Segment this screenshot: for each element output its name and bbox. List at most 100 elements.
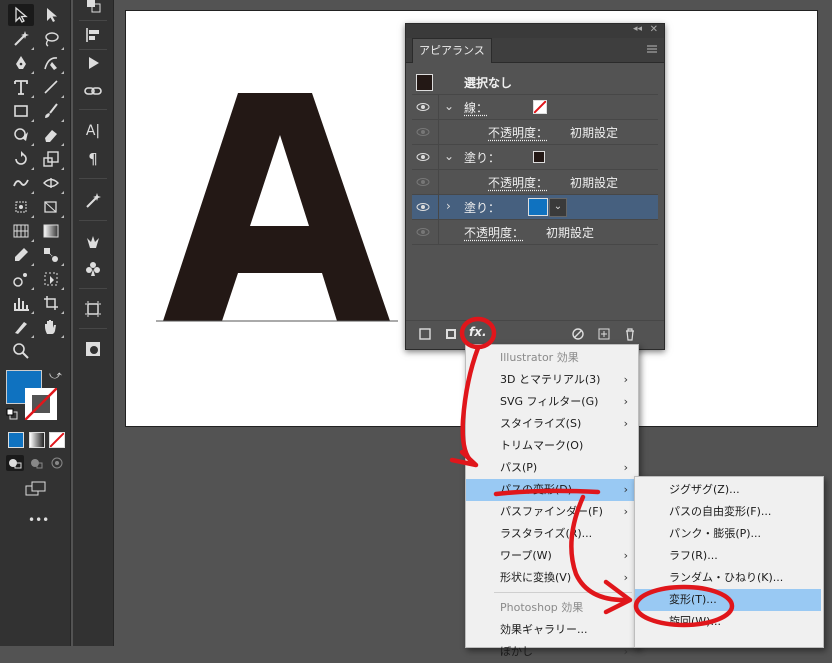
menu-item[interactable]: 3D とマテリアル(3) ›	[466, 369, 636, 391]
screen-mode-icon[interactable]	[24, 480, 48, 498]
draw-behind-icon[interactable]	[27, 455, 45, 471]
visibility-eye-icon[interactable]	[416, 150, 430, 164]
menu-item[interactable]: ラスタライズ(R)...	[466, 523, 636, 545]
close-panel-icon[interactable]: ✕	[650, 24, 658, 35]
artboard-tool-icon[interactable]	[38, 292, 64, 314]
gradient-tool-icon[interactable]	[38, 220, 64, 242]
submenu-item[interactable]: 旋回(W)...	[635, 611, 821, 633]
color-mode-icon[interactable]	[8, 432, 24, 448]
menu-item[interactable]: トリムマーク(O)	[466, 435, 636, 457]
image-trace-panel-icon[interactable]	[80, 338, 106, 360]
perspective-grid-tool-icon[interactable]	[8, 220, 34, 242]
tab-appearance[interactable]: アピアランス	[412, 38, 492, 63]
chevron-down-icon[interactable]: ⌄	[444, 149, 454, 163]
paragraph-panel-icon[interactable]: ¶	[80, 148, 106, 170]
draw-normal-icon[interactable]	[6, 455, 24, 471]
stroke-label[interactable]: 線：	[464, 99, 488, 116]
puppet-warp-panel-icon[interactable]	[80, 230, 106, 252]
stroke-swatch[interactable]	[25, 388, 57, 420]
menu-item[interactable]: パス(P) ›	[466, 457, 636, 479]
direct-selection-tool-icon[interactable]	[38, 4, 64, 26]
panel-titlebar[interactable]: ◂◂ ✕	[406, 24, 664, 38]
visibility-eye-icon[interactable]	[416, 125, 430, 139]
selection-tool-icon[interactable]	[8, 4, 34, 26]
visibility-eye-icon[interactable]	[416, 225, 430, 239]
warp-tool-icon[interactable]	[8, 172, 34, 194]
menu-item[interactable]: パスの変形(D) ›	[466, 479, 636, 501]
swap-fill-stroke-icon[interactable]: ⤻	[49, 368, 62, 383]
lasso-tool-icon[interactable]	[38, 28, 64, 50]
menu-item[interactable]: スタイライズ(S) ›	[466, 413, 636, 435]
menu-item[interactable]: 効果ギャラリー...	[466, 619, 636, 641]
magic-wand-panel-icon[interactable]	[80, 190, 106, 212]
rectangle-tool-icon[interactable]	[8, 100, 34, 122]
free-transform-tool-icon[interactable]	[8, 196, 34, 218]
eraser-tool-icon[interactable]	[38, 124, 64, 146]
zoom-tool-icon[interactable]	[8, 340, 34, 362]
submenu-item[interactable]: ラフ(R)...	[635, 545, 821, 567]
pen-tool-icon[interactable]	[8, 52, 34, 74]
magic-wand-tool-icon[interactable]	[8, 28, 34, 50]
fill-swatch-blue[interactable]	[528, 198, 548, 216]
add-new-stroke-icon[interactable]	[418, 327, 432, 341]
panel-menu-icon[interactable]	[646, 43, 658, 55]
submenu-item[interactable]: ジグザグ(Z)...	[635, 479, 821, 501]
shaper-tool-icon[interactable]	[8, 124, 34, 146]
menu-item[interactable]: ぼかし ›	[466, 641, 636, 663]
width-tool-icon[interactable]	[38, 172, 64, 194]
curvature-tool-icon[interactable]	[38, 52, 64, 74]
visibility-eye-icon[interactable]	[416, 100, 430, 114]
add-new-effect-fx-button[interactable]: fx.	[469, 325, 487, 339]
stroke-none-swatch[interactable]	[533, 100, 547, 114]
fill-label[interactable]: 塗り：	[464, 199, 500, 216]
menu-item[interactable]: パスファインダー(F) ›	[466, 501, 636, 523]
default-fill-stroke-icon[interactable]	[6, 408, 18, 420]
appearance-opacity-row[interactable]: 不透明度： 初期設定	[412, 120, 658, 145]
eyedropper-tool-icon[interactable]	[8, 244, 34, 266]
appearance-opacity-row[interactable]: 不透明度： 初期設定	[412, 170, 658, 195]
appearance-fill-row-selected[interactable]: › 塗り： ⌄	[412, 195, 658, 220]
delete-item-icon[interactable]	[623, 327, 637, 341]
fill-swatch-black[interactable]	[533, 151, 545, 163]
appearance-fill-row[interactable]: ⌄ 塗り：	[412, 145, 658, 170]
transform-panel-icon[interactable]	[80, 0, 106, 18]
none-mode-icon[interactable]	[49, 432, 65, 448]
hand-tool-icon[interactable]	[38, 316, 64, 338]
menu-item[interactable]: SVG フィルター(G) ›	[466, 391, 636, 413]
knife-tool-icon[interactable]	[8, 316, 34, 338]
shape-builder-tool-icon[interactable]	[38, 196, 64, 218]
collapse-panel-icon[interactable]: ◂◂	[633, 24, 642, 34]
appearance-object-row[interactable]: 選択なし	[412, 70, 658, 95]
actions-panel-icon[interactable]	[80, 52, 106, 74]
submenu-item[interactable]: パスの自由変形(F)...	[635, 501, 821, 523]
appearance-stroke-row[interactable]: ⌄ 線：	[412, 95, 658, 120]
opacity-label[interactable]: 不透明度：	[464, 224, 524, 241]
appearance-opacity-row[interactable]: 不透明度： 初期設定	[412, 220, 658, 245]
submenu-item[interactable]: ランダム・ひねり(K)...	[635, 567, 821, 589]
opacity-label[interactable]: 不透明度：	[488, 124, 548, 141]
live-paint-tool-icon[interactable]	[38, 268, 64, 290]
chevron-down-icon[interactable]: ⌄	[444, 99, 454, 113]
symbols-panel-icon[interactable]	[80, 258, 106, 280]
add-new-fill-icon[interactable]	[444, 327, 458, 341]
visibility-eye-icon[interactable]	[416, 175, 430, 189]
menu-item[interactable]: ワープ(W) ›	[466, 545, 636, 567]
clear-appearance-icon[interactable]	[571, 327, 585, 341]
character-panel-icon[interactable]: A|	[80, 120, 106, 142]
visibility-eye-icon[interactable]	[416, 200, 430, 214]
column-graph-tool-icon[interactable]	[8, 292, 34, 314]
menu-item[interactable]: 形状に変換(V) ›	[466, 567, 636, 589]
artboards-panel-icon[interactable]	[80, 298, 106, 320]
paintbrush-tool-icon[interactable]	[38, 100, 64, 122]
submenu-item[interactable]: 変形(T)...	[635, 589, 821, 611]
swatch-dropdown-icon[interactable]: ⌄	[549, 198, 567, 217]
edit-toolbar-button[interactable]: •••	[28, 513, 49, 527]
submenu-item[interactable]: パンク・膨張(P)...	[635, 523, 821, 545]
draw-inside-icon[interactable]	[48, 455, 66, 471]
chevron-right-icon[interactable]: ›	[446, 199, 451, 213]
blend-tool-icon[interactable]	[38, 244, 64, 266]
duplicate-item-icon[interactable]	[597, 327, 611, 341]
gradient-mode-icon[interactable]	[29, 432, 45, 448]
type-tool-icon[interactable]	[8, 76, 34, 98]
rotate-tool-icon[interactable]	[8, 148, 34, 170]
